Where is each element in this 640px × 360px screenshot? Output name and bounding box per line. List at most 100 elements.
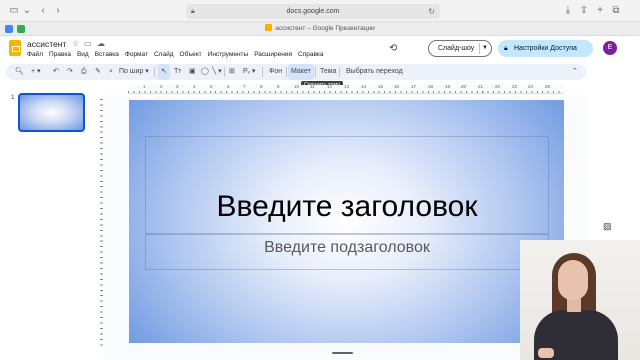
- comment-icon[interactable]: ⊞: [226, 64, 238, 80]
- background-button[interactable]: Фон: [266, 64, 285, 80]
- ruler-number: 6: [227, 84, 230, 89]
- slides-logo-icon[interactable]: [9, 40, 21, 56]
- ruler-number: 11: [310, 84, 315, 89]
- share-label: Настройки Доступа: [514, 45, 577, 52]
- slide-thumbnail[interactable]: [18, 93, 85, 132]
- ruler-number: 9: [277, 84, 280, 89]
- tab-strip: ассистент – Google Презентации: [0, 22, 640, 36]
- menu-extensions[interactable]: Расширения: [254, 51, 292, 58]
- lock-icon: 🔒︎: [191, 8, 195, 15]
- paint-format-icon[interactable]: ✎: [92, 64, 104, 80]
- zoom-icon[interactable]: ⌕: [106, 64, 116, 80]
- cloud-saved-icon: ☁: [97, 39, 105, 48]
- toolbar: 🔍︎ + ▾ ↶ ↷ ⎙ ✎ ⌕ По шир ▾ ↖ Tт ▣ ◯ ╲ ▾ ⊞…: [6, 64, 586, 80]
- ruler-number: 12: [327, 84, 333, 89]
- slideshow-label: Слайд-шоу: [438, 45, 475, 52]
- person-hand: [538, 348, 554, 358]
- app-header: ассистент ☆ ▭ ☁ Файл Правка Вид Вставка …: [0, 36, 640, 62]
- ruler-number: 21: [478, 84, 484, 89]
- divider: [315, 67, 316, 77]
- menu-format[interactable]: Формат: [125, 51, 148, 58]
- divider: [479, 43, 480, 54]
- ruler-number: 13: [344, 84, 350, 89]
- menu-edit[interactable]: Правка: [49, 51, 71, 58]
- tabs-overview-icon[interactable]: ⧉: [610, 5, 622, 17]
- ruler-number: 22: [495, 84, 501, 89]
- share-icon[interactable]: ⇪: [578, 5, 590, 17]
- person-face: [558, 260, 588, 300]
- menu-view[interactable]: Вид: [77, 51, 89, 58]
- menu-bar: Файл Правка Вид Вставка Формат Слайд Объ…: [27, 51, 324, 58]
- image-icon[interactable]: ▣: [186, 64, 199, 80]
- ruler-number: 20: [461, 84, 467, 89]
- chevron-down-icon[interactable]: ⌄: [21, 5, 33, 17]
- ruler-number: 7: [243, 84, 246, 89]
- divider: [339, 67, 340, 77]
- redo-icon[interactable]: ↷: [64, 64, 76, 80]
- slide-title[interactable]: Введите заголовок: [145, 190, 549, 224]
- ruler-number: 23: [512, 84, 518, 89]
- transition-button[interactable]: Выбрать переход: [343, 64, 406, 80]
- layout-button[interactable]: Макет: [288, 64, 314, 80]
- speaker-notes-handle[interactable]: [332, 352, 353, 354]
- address-bar[interactable]: 🔒︎ docs.google.com ↻: [186, 4, 440, 19]
- share-button[interactable]: 🔒︎ Настройки Доступа: [498, 40, 593, 57]
- webcam-overlay: [520, 240, 640, 360]
- url-text: docs.google.com: [286, 8, 340, 15]
- pen-icon[interactable]: Pᵥ ▾: [240, 64, 258, 80]
- ruler-number: 19: [445, 84, 451, 89]
- avatar[interactable]: E: [603, 41, 617, 55]
- divider: [262, 67, 263, 77]
- version-history-icon[interactable]: ⟲: [389, 43, 397, 54]
- menu-insert[interactable]: Вставка: [95, 51, 119, 58]
- sidebar-icon[interactable]: ▭: [8, 5, 20, 17]
- collapse-toolbar-icon[interactable]: ⌃: [569, 64, 581, 80]
- line-icon[interactable]: ╲ ▾: [209, 64, 225, 80]
- vertical-ruler[interactable]: [96, 99, 104, 349]
- slide-number: 1: [11, 94, 15, 101]
- divider: [154, 67, 155, 77]
- lock-icon: 🔒︎: [504, 45, 508, 52]
- new-slide-icon[interactable]: + ▾: [28, 64, 44, 80]
- active-tab[interactable]: ассистент – Google Презентации: [0, 24, 640, 32]
- slideshow-button[interactable]: Слайд-шоу ▼: [428, 40, 492, 57]
- doc-title[interactable]: ассистент: [27, 39, 66, 49]
- menu-file[interactable]: Файл: [27, 51, 43, 58]
- chevron-down-icon[interactable]: ▼: [482, 41, 488, 56]
- new-tab-icon[interactable]: +: [594, 5, 606, 17]
- slide-subtitle[interactable]: Введите подзаголовок: [145, 239, 549, 257]
- forward-icon[interactable]: ›: [52, 5, 64, 17]
- tab-title: ассистент – Google Презентации: [275, 25, 375, 32]
- back-icon[interactable]: ‹: [37, 5, 49, 17]
- menu-tools[interactable]: Инструменты: [208, 51, 249, 58]
- ruler-number: 15: [378, 84, 384, 89]
- ruler-number: 2: [160, 84, 163, 89]
- download-icon[interactable]: ⤓: [562, 5, 574, 17]
- menu-help[interactable]: Справка: [298, 51, 324, 58]
- ruler-number: 16: [394, 84, 400, 89]
- ruler-number: 4: [193, 84, 196, 89]
- ruler-number: 14: [361, 84, 367, 89]
- move-folder-icon[interactable]: ▭: [84, 39, 92, 48]
- ruler-number: 17: [411, 84, 417, 89]
- text-box-icon[interactable]: Tт: [171, 64, 184, 80]
- menu-object[interactable]: Объект: [180, 51, 202, 58]
- menu-slide[interactable]: Слайд: [154, 51, 174, 58]
- browser-toolbar: ▭ ⌄ ‹ › 🔒︎ docs.google.com ↻ ⤓ ⇪ + ⧉: [0, 0, 640, 22]
- search-menu-icon[interactable]: 🔍︎: [12, 64, 27, 80]
- reload-icon[interactable]: ↻: [428, 4, 435, 19]
- print-icon[interactable]: ⎙: [78, 64, 90, 80]
- ruler-number: 10: [294, 84, 300, 89]
- undo-icon[interactable]: ↶: [50, 64, 62, 80]
- select-icon[interactable]: ↖: [158, 64, 170, 80]
- ruler-number: 18: [428, 84, 434, 89]
- theme-button[interactable]: Тема: [317, 64, 339, 80]
- ruler-number: 1: [143, 84, 146, 89]
- ruler-number: 8: [260, 84, 263, 89]
- side-panel-icon[interactable]: ▨: [603, 221, 612, 232]
- divider: [286, 67, 287, 77]
- zoom-select[interactable]: По шир ▾: [116, 64, 152, 80]
- divider: [224, 67, 225, 77]
- star-icon[interactable]: ☆: [72, 39, 79, 48]
- ruler-number: 24: [528, 84, 534, 89]
